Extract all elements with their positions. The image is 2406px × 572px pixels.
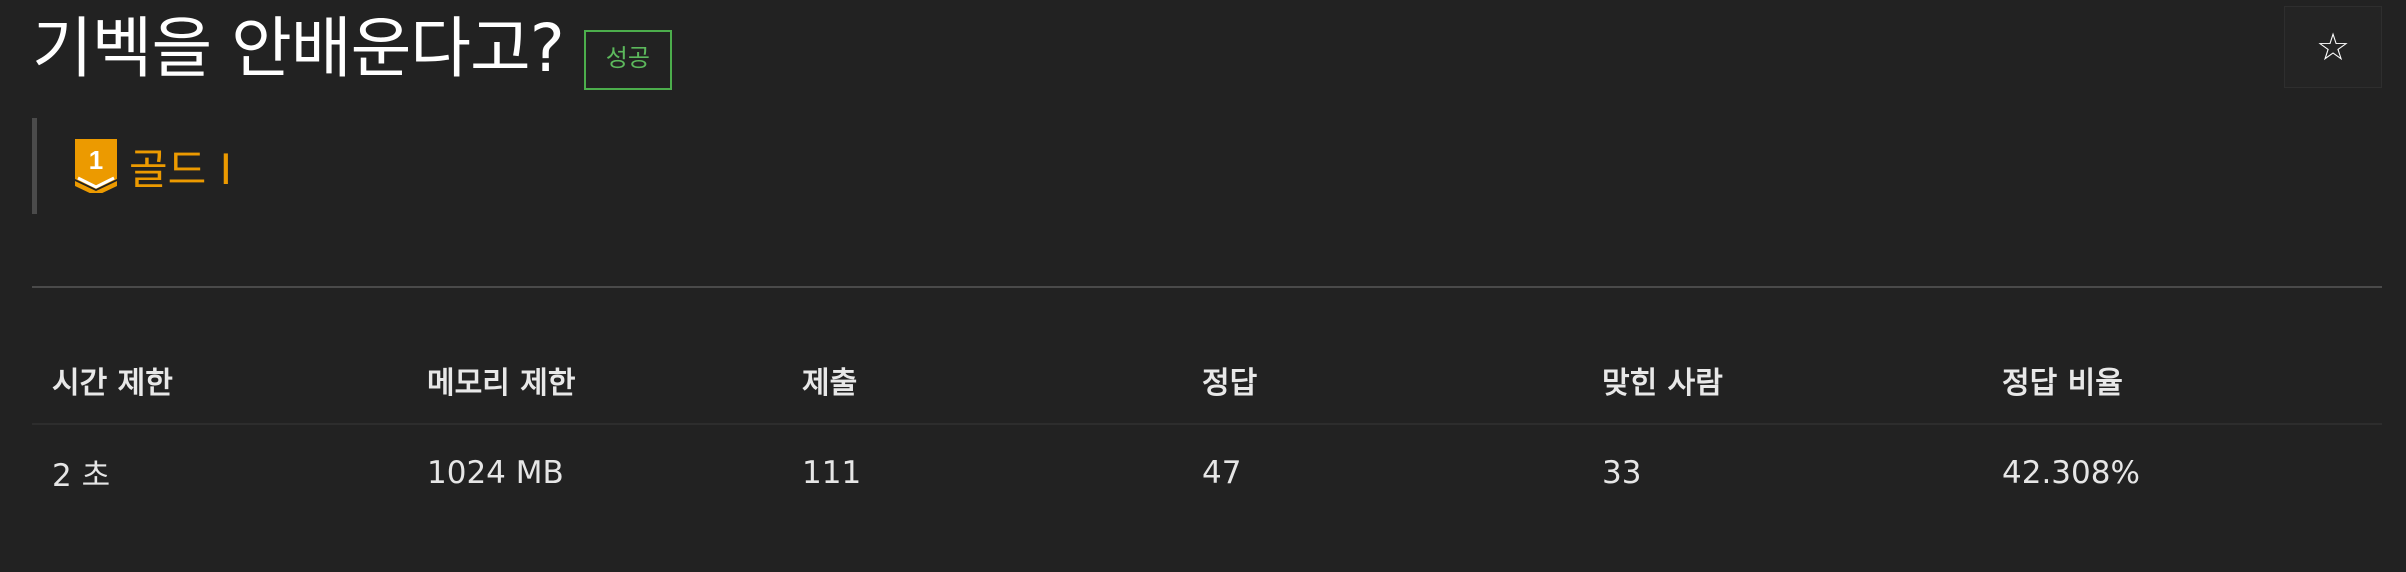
cell-time-limit: 2 초 (52, 458, 111, 494)
header-submissions: 제출 (782, 336, 1182, 425)
cell-accept-ratio: 42.308% (2002, 454, 2140, 491)
svg-text:1: 1 (89, 145, 103, 175)
cell-accepted: 47 (1202, 454, 1242, 491)
header-memory-limit: 메모리 제한 (407, 336, 782, 425)
gold-tier-1-icon: 1 (75, 139, 117, 193)
cell-solved-users: 33 (1602, 454, 1642, 491)
divider (32, 286, 2382, 288)
tier-label: 골드 I (129, 144, 233, 194)
star-outline-icon: ☆ (2315, 25, 2351, 69)
table-header-row: 시간 제한 메모리 제한 제출 정답 맞힌 사람 정답 비율 (32, 336, 2382, 425)
cell-submissions: 111 (802, 454, 862, 491)
problem-info-table: 시간 제한 메모리 제한 제출 정답 맞힌 사람 정답 비율 2 초 1024 … (32, 336, 2382, 520)
header-solved-users: 맞힌 사람 (1582, 336, 1982, 425)
header-accept-ratio: 정답 비율 (1982, 336, 2382, 425)
table-row: 2 초 1024 MB 111 47 33 42.308% (32, 424, 2382, 520)
problem-title: 기벡을 안배운다고? (32, 10, 565, 87)
tier-block: 1 골드 I (32, 118, 232, 214)
cell-memory-limit: 1024 MB (427, 454, 564, 491)
favorite-button[interactable]: ☆ (2284, 6, 2382, 88)
status-badge: 성공 (583, 30, 672, 90)
header-time-limit: 시간 제한 (32, 336, 407, 425)
problem-header: 기벡을 안배운다고? 성공 (32, 6, 672, 92)
header-accepted: 정답 (1182, 336, 1582, 425)
problem-page: 기벡을 안배운다고? 성공 ☆ 1 골드 I 시간 제한 메모리 제한 제출 정… (0, 0, 2406, 572)
